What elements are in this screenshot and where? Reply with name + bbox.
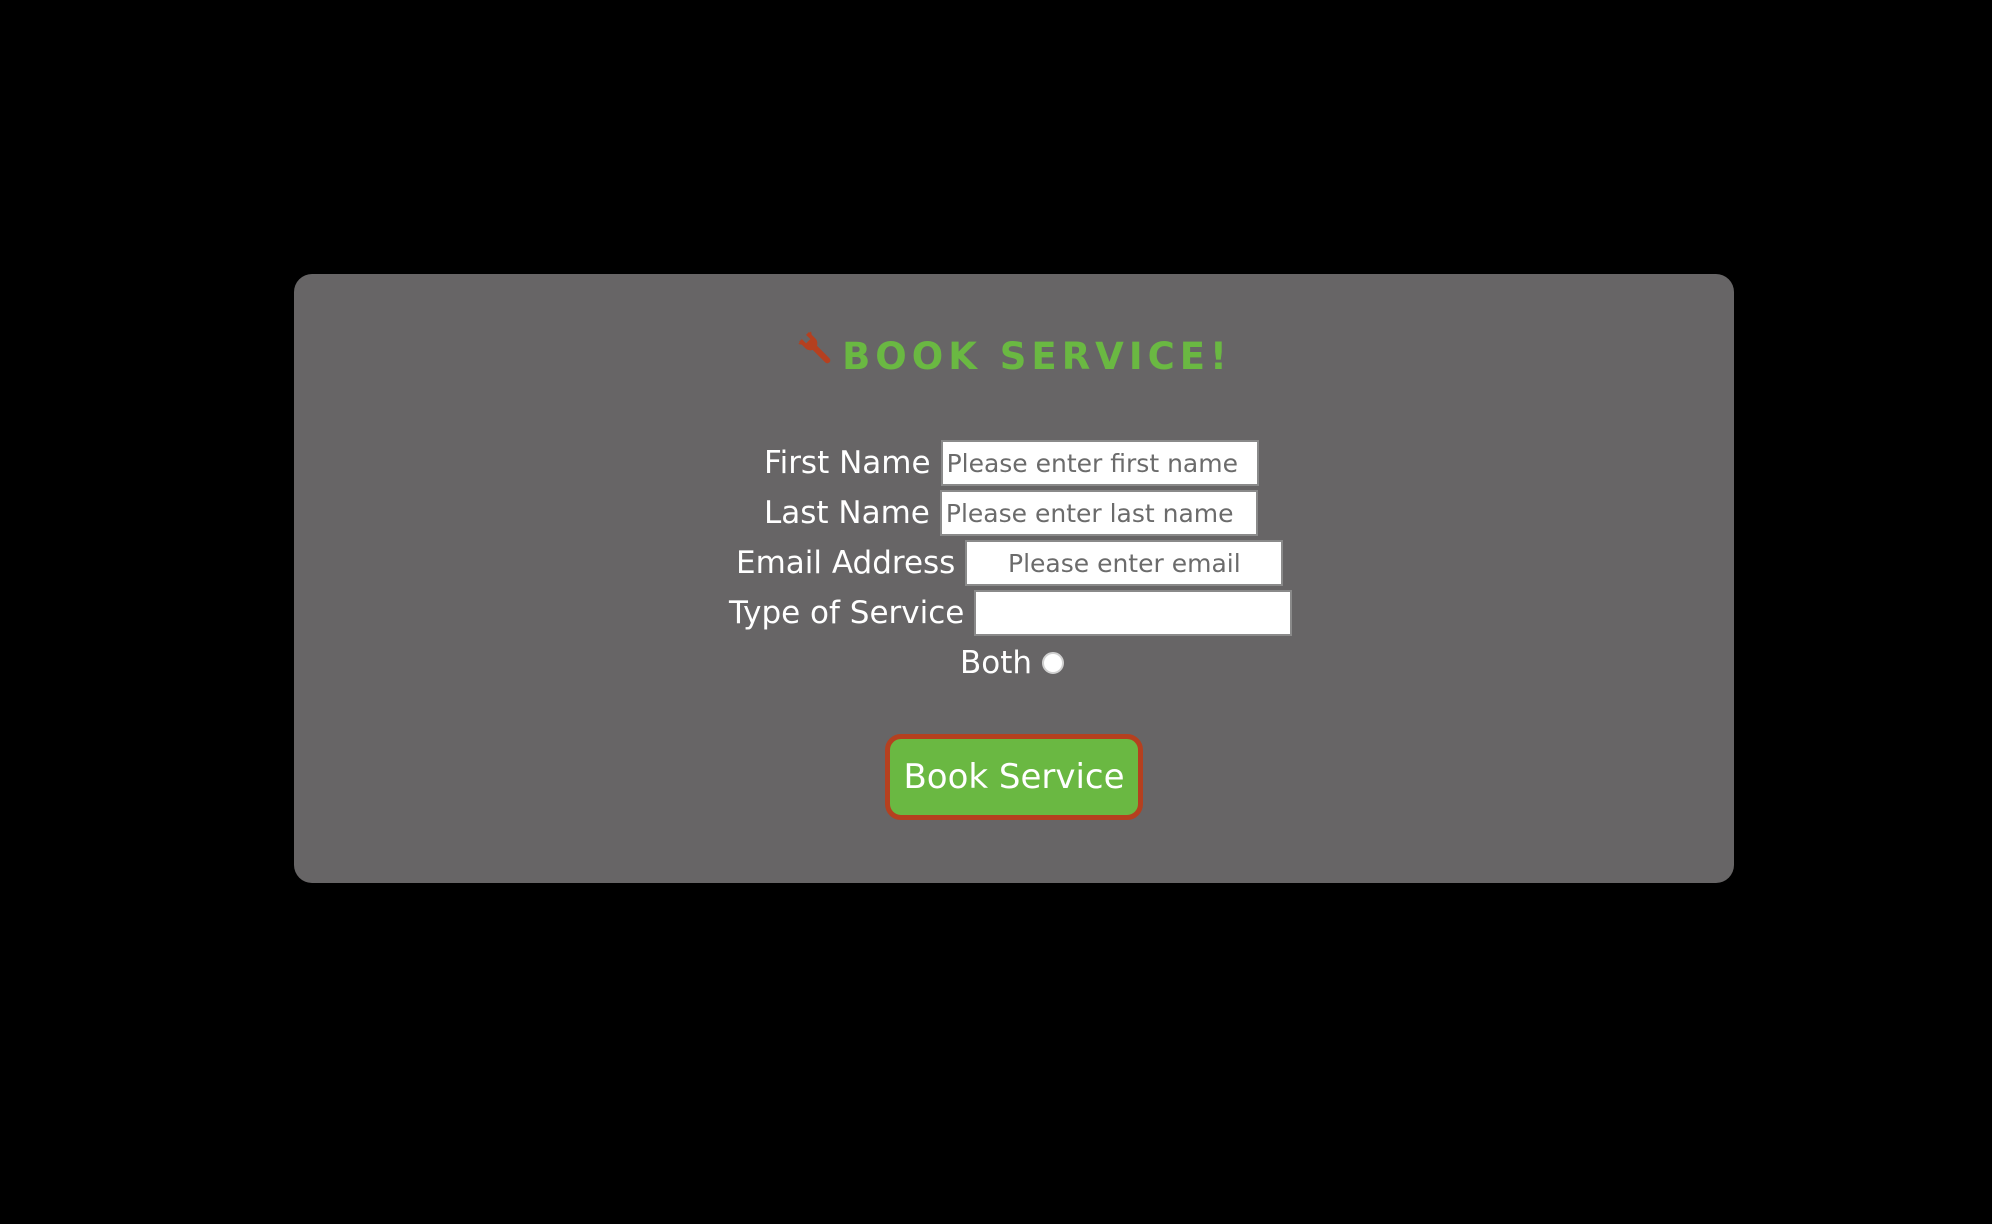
email-label: Email Address [736,545,956,581]
both-radio-row: Both [960,640,1065,686]
last-name-input[interactable] [939,490,1258,536]
service-type-label: Type of Service [729,595,965,631]
booking-card: BOOK SERVICE! First Name Last Name Email… [294,274,1734,883]
email-row: Email Address [736,540,1284,586]
email-input[interactable] [965,540,1284,586]
service-type-row: Type of Service [729,590,1293,636]
service-type-input[interactable] [974,590,1293,636]
first-name-label: First Name [764,445,931,481]
form-heading: BOOK SERVICE! [294,329,1734,382]
form-title: BOOK SERVICE! [842,335,1232,378]
both-radio[interactable] [1042,652,1065,674]
both-label: Both [960,645,1033,681]
last-name-label: Last Name [764,495,930,531]
last-name-row: Last Name [764,490,1258,536]
first-name-row: First Name [764,440,1259,486]
first-name-input[interactable] [940,440,1259,486]
wrench-icon [796,329,836,382]
book-service-button[interactable]: Book Service [885,734,1143,820]
